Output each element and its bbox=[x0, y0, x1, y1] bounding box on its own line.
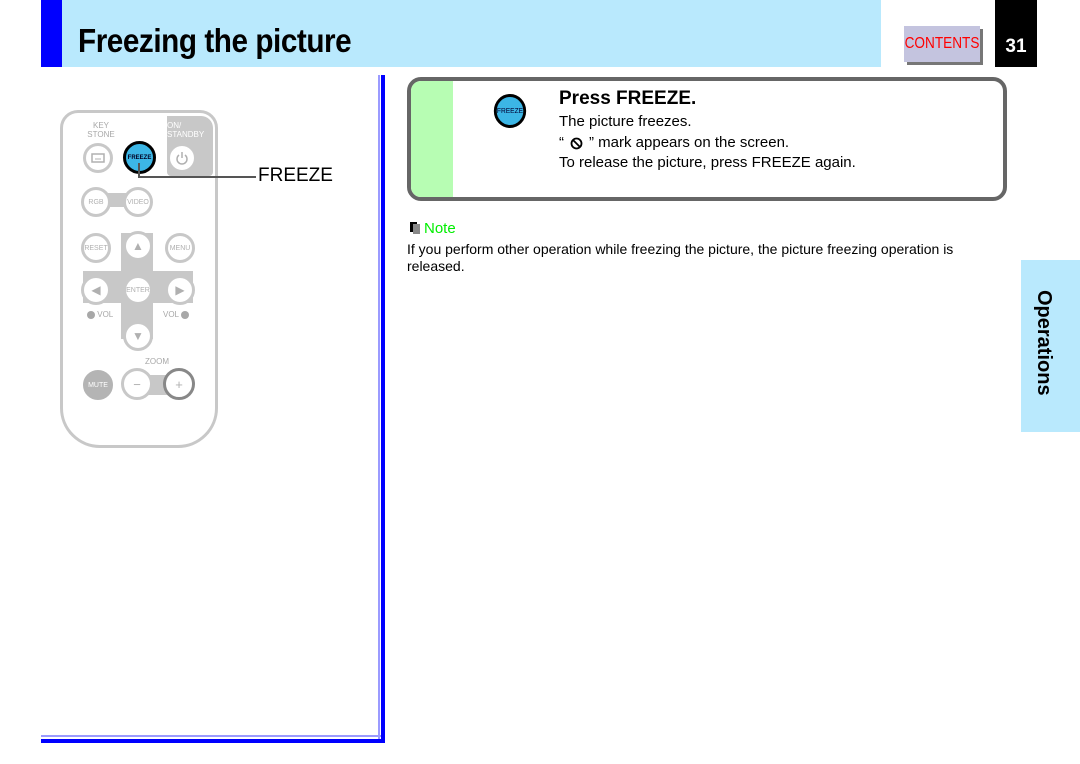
zoom-label: ZOOM bbox=[145, 357, 169, 366]
step-green-strip bbox=[411, 81, 453, 197]
mute-button: MUTE bbox=[83, 370, 113, 400]
video-button: VIDEO bbox=[123, 187, 153, 217]
enter-button: ENTER bbox=[123, 275, 153, 305]
up-arrow-icon: ▲ bbox=[132, 239, 144, 253]
bottom-divider bbox=[41, 739, 385, 743]
right-button: ▶ bbox=[165, 275, 195, 305]
step-line-2: “ ” mark appears on the screen. bbox=[559, 134, 789, 151]
open-quote: “ bbox=[559, 134, 564, 151]
plus-circle-icon bbox=[180, 310, 189, 319]
freeze-mark-icon bbox=[570, 137, 583, 149]
note-text: If you perform other operation while fre… bbox=[407, 241, 954, 274]
vol-plus-text: VOL bbox=[163, 310, 179, 319]
rgb-button: RGB bbox=[81, 187, 111, 217]
zoom-minus-button: − bbox=[121, 368, 153, 400]
up-button: ▲ bbox=[123, 231, 153, 261]
freeze-callout-leader bbox=[138, 176, 256, 178]
keystone-button bbox=[83, 143, 113, 173]
power-icon bbox=[176, 152, 188, 165]
right-arrow-icon: ▶ bbox=[175, 283, 185, 297]
remote-control-illustration: KEY STONE ON/ STANDBY FREEZE RGB VIDEO R… bbox=[60, 110, 218, 448]
contents-button-label: CONTENTS bbox=[904, 35, 980, 52]
vol-minus-text: VOL bbox=[97, 310, 114, 319]
left-button: ◀ bbox=[81, 275, 111, 305]
page-title: Freezing the picture bbox=[78, 22, 352, 59]
section-tab-label: Operations bbox=[1033, 290, 1055, 396]
zoom-plus-button: + bbox=[163, 368, 195, 400]
freeze-callout-line bbox=[138, 163, 140, 177]
note-icon bbox=[410, 222, 420, 234]
power-button bbox=[167, 143, 197, 173]
keystone-label: KEY STONE bbox=[87, 121, 115, 139]
minus-circle-icon bbox=[87, 310, 95, 319]
menu-button: MENU bbox=[165, 233, 195, 263]
step-box: FREEZE Press FREEZE. The picture freezes… bbox=[407, 77, 1007, 201]
vertical-divider-light bbox=[378, 75, 380, 741]
vol-minus-label: VOL bbox=[87, 310, 113, 319]
step-title: Press FREEZE. bbox=[559, 88, 697, 109]
standby-label: ON/ STANDBY bbox=[167, 121, 205, 139]
step-line-1: The picture freezes. bbox=[559, 113, 692, 130]
down-button: ▼ bbox=[123, 321, 153, 351]
down-arrow-icon: ▼ bbox=[132, 329, 144, 343]
keystone-icon bbox=[91, 153, 105, 163]
contents-button[interactable]: CONTENTS bbox=[904, 26, 980, 62]
header-accent-bar bbox=[41, 0, 62, 67]
vol-plus-label: VOL bbox=[163, 310, 189, 319]
reset-button: RESET bbox=[81, 233, 111, 263]
vertical-divider bbox=[381, 75, 385, 743]
step-line-3: To release the picture, press FREEZE aga… bbox=[559, 154, 856, 171]
note-label: Note bbox=[424, 220, 456, 237]
page-number: 31 bbox=[995, 0, 1037, 67]
mark-description: ” mark appears on the screen. bbox=[589, 134, 790, 151]
freeze-callout-label: FREEZE bbox=[258, 165, 333, 186]
freeze-button-icon: FREEZE bbox=[493, 94, 527, 128]
left-arrow-icon: ◀ bbox=[91, 283, 101, 297]
bottom-divider-light bbox=[41, 735, 381, 737]
